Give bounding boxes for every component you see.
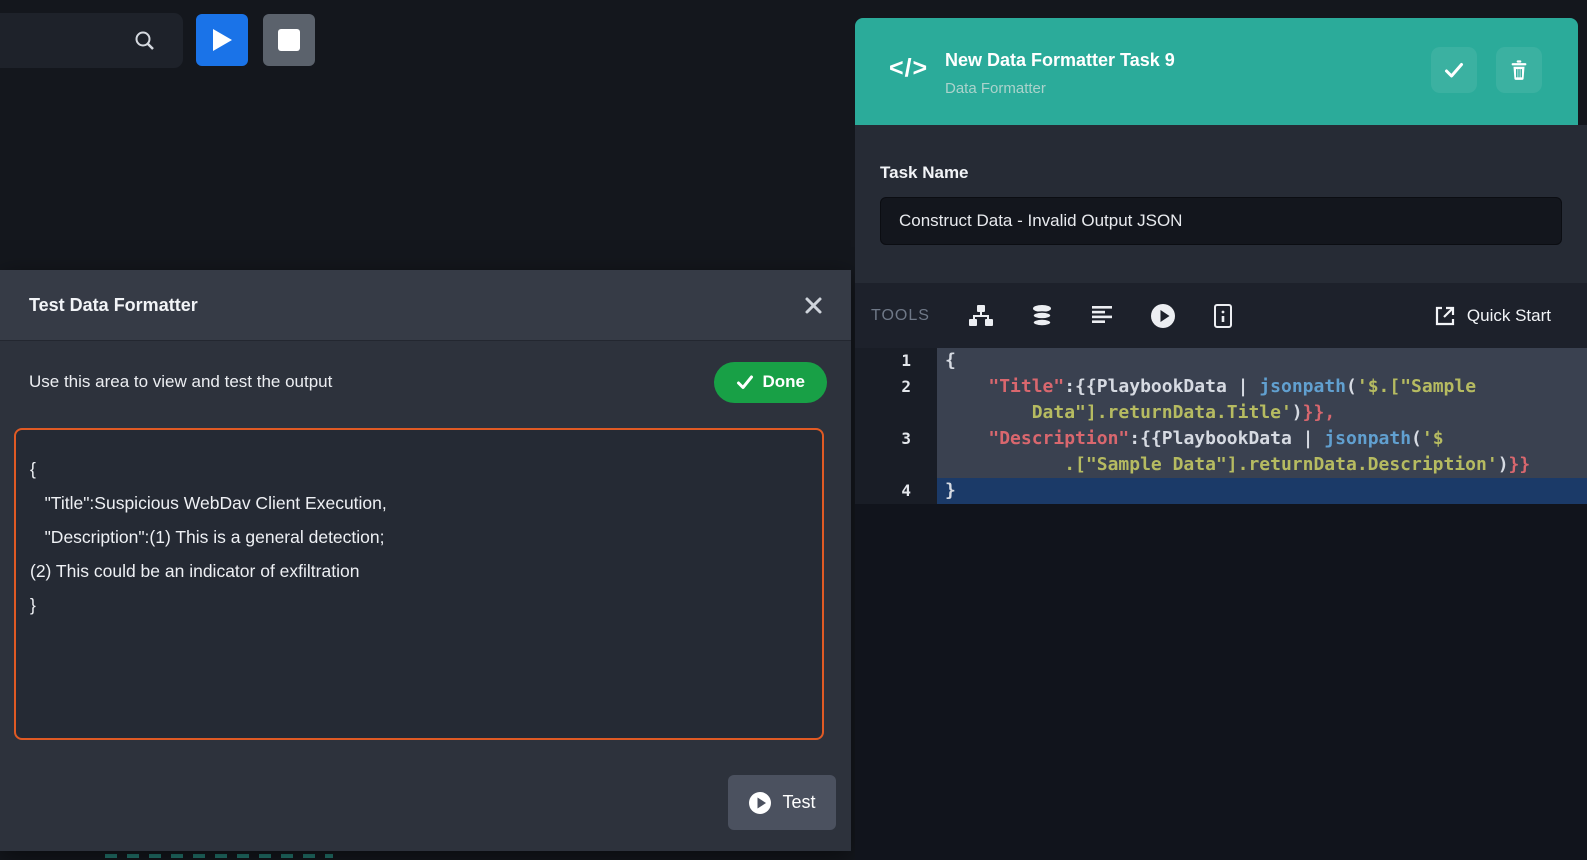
database-icon bbox=[1030, 304, 1054, 328]
close-icon bbox=[804, 296, 823, 315]
playbook-stop-button[interactable] bbox=[263, 14, 315, 66]
code-line[interactable]: .["Sample Data"].returnData.Description'… bbox=[855, 452, 1587, 478]
task-name-label: Task Name bbox=[880, 163, 969, 183]
modal-title: Test Data Formatter bbox=[29, 295, 198, 316]
line-number bbox=[855, 400, 937, 426]
tools-label: TOOLS bbox=[871, 307, 930, 325]
external-link-icon bbox=[1433, 304, 1457, 328]
line-number: 4 bbox=[855, 478, 937, 504]
editor-empty-area bbox=[855, 504, 1587, 860]
code-line-content: } bbox=[937, 478, 1587, 504]
done-button[interactable]: Done bbox=[714, 362, 828, 403]
check-icon bbox=[1443, 59, 1465, 81]
tools-bar: TOOLS bbox=[855, 283, 1587, 348]
file-info-icon bbox=[1212, 303, 1234, 329]
canvas-dashed-connector bbox=[105, 854, 333, 858]
align-left-icon bbox=[1090, 304, 1114, 328]
line-number: 2 bbox=[855, 374, 937, 400]
check-icon bbox=[736, 373, 754, 391]
format-lines-tool-button[interactable] bbox=[1090, 304, 1114, 328]
play-circle-icon bbox=[1150, 303, 1176, 329]
code-line-content: "Description":{{PlaybookData | jsonpath(… bbox=[937, 426, 1587, 452]
code-line-content: { bbox=[937, 348, 1587, 374]
code-line-content: .["Sample Data"].returnData.Description'… bbox=[937, 452, 1587, 478]
code-line-content: Data"].returnData.Title')}}, bbox=[937, 400, 1587, 426]
line-number: 3 bbox=[855, 426, 937, 452]
sitemap-icon bbox=[968, 304, 994, 328]
play-icon bbox=[211, 28, 233, 52]
code-line[interactable]: 4} bbox=[855, 478, 1587, 504]
data-source-tool-button[interactable] bbox=[1030, 304, 1054, 328]
code-line[interactable]: 2 "Title":{{PlaybookData | jsonpath('$.[… bbox=[855, 374, 1587, 400]
search-icon bbox=[133, 29, 157, 53]
modal-header: Test Data Formatter bbox=[0, 270, 851, 341]
code-icon: </> bbox=[889, 54, 928, 83]
modal-close-button[interactable] bbox=[804, 296, 823, 315]
stop-icon bbox=[278, 29, 300, 51]
delete-task-button[interactable] bbox=[1496, 47, 1542, 93]
test-button-label: Test bbox=[782, 792, 815, 813]
code-line[interactable]: 3 "Description":{{PlaybookData | jsonpat… bbox=[855, 426, 1587, 452]
task-card-header: </> New Data Formatter Task 9 Data Forma… bbox=[855, 18, 1578, 125]
datapath-tool-button[interactable] bbox=[968, 304, 994, 328]
code-line[interactable]: 1{ bbox=[855, 348, 1587, 374]
task-title: New Data Formatter Task 9 bbox=[945, 50, 1175, 71]
output-textarea[interactable]: { "Title":Suspicious WebDav Client Execu… bbox=[14, 428, 824, 740]
done-button-label: Done bbox=[763, 372, 806, 392]
quick-start-label: Quick Start bbox=[1467, 306, 1551, 326]
code-line[interactable]: Data"].returnData.Title')}}, bbox=[855, 400, 1587, 426]
task-name-section: Task Name bbox=[855, 125, 1587, 283]
test-button[interactable]: Test bbox=[728, 775, 836, 830]
task-type-label: Data Formatter bbox=[945, 80, 1046, 97]
line-number: 1 bbox=[855, 348, 937, 374]
code-line-content: "Title":{{PlaybookData | jsonpath('$.["S… bbox=[937, 374, 1587, 400]
task-detail-panel: </> New Data Formatter Task 9 Data Forma… bbox=[855, 0, 1587, 860]
line-number bbox=[855, 452, 937, 478]
run-preview-tool-button[interactable] bbox=[1150, 303, 1176, 329]
play-circle-icon bbox=[748, 791, 772, 815]
modal-description: Use this area to view and test the outpu… bbox=[29, 372, 332, 392]
playbook-run-button[interactable] bbox=[196, 14, 248, 66]
task-name-input[interactable] bbox=[880, 197, 1562, 245]
code-editor[interactable]: 1{2 "Title":{{PlaybookData | jsonpath('$… bbox=[855, 348, 1587, 504]
quick-start-button[interactable]: Quick Start bbox=[1433, 304, 1551, 328]
trash-icon bbox=[1508, 59, 1530, 81]
canvas-search-bar[interactable] bbox=[0, 13, 183, 68]
documentation-tool-button[interactable] bbox=[1212, 303, 1234, 329]
confirm-task-button[interactable] bbox=[1431, 47, 1477, 93]
test-data-formatter-modal: Test Data Formatter Use this area to vie… bbox=[0, 270, 851, 851]
